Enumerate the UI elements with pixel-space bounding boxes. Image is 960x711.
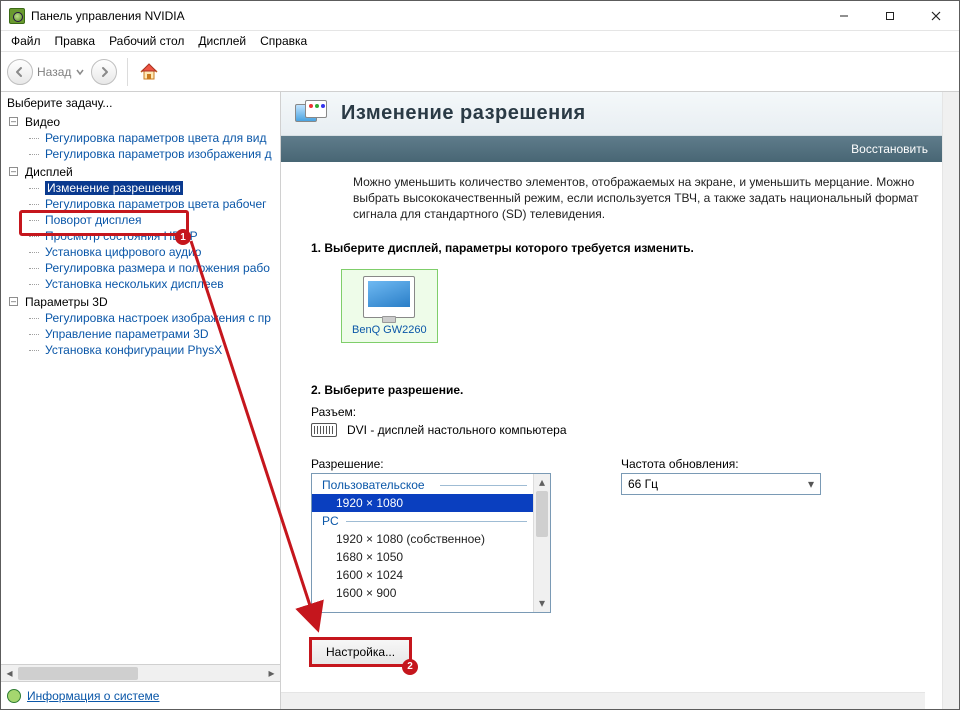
scroll-left-icon[interactable]: ◂ xyxy=(1,665,18,682)
content-inner: Изменение разрешения Восстановить Можно … xyxy=(281,92,942,709)
menubar: Файл Правка Рабочий стол Дисплей Справка xyxy=(1,31,959,52)
tree-node-video: – Видео Регулировка параметров цвета для… xyxy=(9,114,280,162)
menu-help[interactable]: Справка xyxy=(254,32,313,50)
menu-file[interactable]: Файл xyxy=(5,32,47,50)
connector-label: Разъем: xyxy=(311,405,942,419)
window-title: Панель управления NVIDIA xyxy=(31,9,821,23)
task-nav: Выберите задачу... – Видео Регулировка п… xyxy=(1,92,281,709)
nav-footer: Информация о системе xyxy=(1,681,280,709)
tree-node-display: – Дисплей Изменение разрешения Регулиров… xyxy=(9,164,280,292)
window-controls xyxy=(821,1,959,30)
system-info-link[interactable]: Информация о системе xyxy=(27,689,159,703)
tree-label-display[interactable]: Дисплей xyxy=(23,164,75,180)
toolbar-separator xyxy=(127,58,128,86)
monitor-icon xyxy=(363,276,415,318)
tree-item-multi-display[interactable]: Установка нескольких дисплеев xyxy=(23,276,280,292)
refresh-label: Частота обновления: xyxy=(621,457,821,471)
refresh-col: Частота обновления: 66 Гц ▾ xyxy=(621,451,821,495)
content-vertical-scrollbar[interactable] xyxy=(942,92,959,709)
tree-item-change-resolution[interactable]: Изменение разрешения xyxy=(23,180,280,196)
home-button[interactable] xyxy=(138,61,160,83)
customize-button[interactable]: Настройка... xyxy=(311,639,410,665)
refresh-value: 66 Гц xyxy=(628,477,658,491)
tree-item-physx[interactable]: Установка конфигурации PhysX xyxy=(23,342,280,358)
tree-toggle-display[interactable]: – xyxy=(9,167,18,176)
resolution-listbox[interactable]: Пользовательское 1920 × 1080 PC 1920 × 1… xyxy=(311,473,551,613)
tree-item-3d-image[interactable]: Регулировка настроек изображения с пр xyxy=(23,310,280,326)
close-button[interactable] xyxy=(913,1,959,30)
forward-button[interactable] xyxy=(91,59,117,85)
listbox-group-pc: PC xyxy=(312,512,533,530)
resolution-col: Разрешение: Пользовательское 1920 × 1080… xyxy=(311,451,551,613)
back-dropdown-icon[interactable] xyxy=(75,67,85,77)
listbox-item-pc-1[interactable]: 1680 × 1050 xyxy=(312,548,533,566)
listbox-scrollbar[interactable]: ▴ ▾ xyxy=(533,474,550,612)
tree-item-rotate[interactable]: Поворот дисплея xyxy=(23,212,280,228)
restore-link[interactable]: Восстановить xyxy=(851,142,928,156)
nvidia-app-icon xyxy=(9,8,25,24)
back-group[interactable]: Назад xyxy=(7,59,85,85)
content-horizontal-scrollbar[interactable] xyxy=(281,692,925,709)
nav-horizontal-scrollbar[interactable]: ◂ ▸ xyxy=(1,664,280,681)
scroll-down-icon[interactable]: ▾ xyxy=(534,595,550,612)
titlebar: Панель управления NVIDIA xyxy=(1,1,959,31)
tree-item-video-color[interactable]: Регулировка параметров цвета для вид xyxy=(23,130,280,146)
maximize-button[interactable] xyxy=(867,1,913,30)
tree-item-hdcp[interactable]: Просмотр состояния HDCP xyxy=(23,228,280,244)
tree-item-digital-audio[interactable]: Установка цифрового аудио xyxy=(23,244,280,260)
task-tree: – Видео Регулировка параметров цвета для… xyxy=(1,114,280,664)
body: Выберите задачу... – Видео Регулировка п… xyxy=(1,92,959,709)
page-description: Можно уменьшить количество элементов, от… xyxy=(281,170,942,235)
listbox-scroll-thumb[interactable] xyxy=(536,491,548,537)
display-name: BenQ GW2260 xyxy=(352,324,427,336)
scroll-right-icon[interactable]: ▸ xyxy=(263,665,280,682)
dvi-icon xyxy=(311,423,337,437)
listbox-group-custom: Пользовательское xyxy=(312,476,533,494)
menu-desktop[interactable]: Рабочий стол xyxy=(103,32,190,50)
page-header-bottom: Восстановить xyxy=(281,136,942,162)
connector-row: DVI - дисплей настольного компьютера xyxy=(311,423,942,437)
scroll-track[interactable] xyxy=(18,665,263,682)
tree-item-size-position[interactable]: Регулировка размера и положения рабо xyxy=(23,260,280,276)
page-title: Изменение разрешения xyxy=(341,102,586,125)
toolbar: Назад xyxy=(1,52,959,92)
display-tile[interactable]: BenQ GW2260 xyxy=(341,269,438,343)
tree-item-video-image[interactable]: Регулировка параметров изображения д xyxy=(23,146,280,162)
nav-header: Выберите задачу... xyxy=(1,92,280,114)
tree-node-3d: – Параметры 3D Регулировка настроек изоб… xyxy=(9,294,280,358)
tree-label-video[interactable]: Видео xyxy=(23,114,62,130)
chevron-down-icon: ▾ xyxy=(808,477,814,491)
scroll-thumb[interactable] xyxy=(18,667,138,680)
resolution-row: Разрешение: Пользовательское 1920 × 1080… xyxy=(311,451,942,613)
listbox-item-pc-2[interactable]: 1600 × 1024 xyxy=(312,566,533,584)
refresh-combobox[interactable]: 66 Гц ▾ xyxy=(621,473,821,495)
info-icon xyxy=(7,689,21,703)
tree-toggle-3d[interactable]: – xyxy=(9,297,18,306)
scroll-up-icon[interactable]: ▴ xyxy=(534,474,550,491)
tree-item-3d-manage[interactable]: Управление параметрами 3D xyxy=(23,326,280,342)
section-step2: 2. Выберите разрешение. Разъем: DVI - ди… xyxy=(281,377,942,665)
tree-item-desktop-color[interactable]: Регулировка параметров цвета рабочег xyxy=(23,196,280,212)
resolution-label: Разрешение: xyxy=(311,457,551,471)
listbox-item-pc-3[interactable]: 1600 × 900 xyxy=(312,584,533,602)
page-header: Изменение разрешения Восстановить xyxy=(281,92,942,162)
menu-display[interactable]: Дисплей xyxy=(192,32,252,50)
section-step1: 1. Выберите дисплей, параметры которого … xyxy=(281,235,942,343)
listbox-item-pc-0[interactable]: 1920 × 1080 (собственное) xyxy=(312,530,533,548)
connector-value: DVI - дисплей настольного компьютера xyxy=(347,423,567,437)
content: Изменение разрешения Восстановить Можно … xyxy=(281,92,959,709)
tree-label-3d[interactable]: Параметры 3D xyxy=(23,294,110,310)
page-header-top: Изменение разрешения xyxy=(281,92,942,136)
resolution-icon xyxy=(295,100,329,128)
app-window: Панель управления NVIDIA Файл Правка Раб… xyxy=(0,0,960,710)
step2-title: 2. Выберите разрешение. xyxy=(311,383,942,397)
minimize-button[interactable] xyxy=(821,1,867,30)
back-icon xyxy=(7,59,33,85)
listbox-inner: Пользовательское 1920 × 1080 PC 1920 × 1… xyxy=(312,474,533,612)
listbox-item-custom-1920[interactable]: 1920 × 1080 xyxy=(312,494,533,512)
menu-edit[interactable]: Правка xyxy=(49,32,102,50)
tree-toggle-video[interactable]: – xyxy=(9,117,18,126)
step1-title: 1. Выберите дисплей, параметры которого … xyxy=(311,241,942,255)
back-label: Назад xyxy=(37,65,71,79)
